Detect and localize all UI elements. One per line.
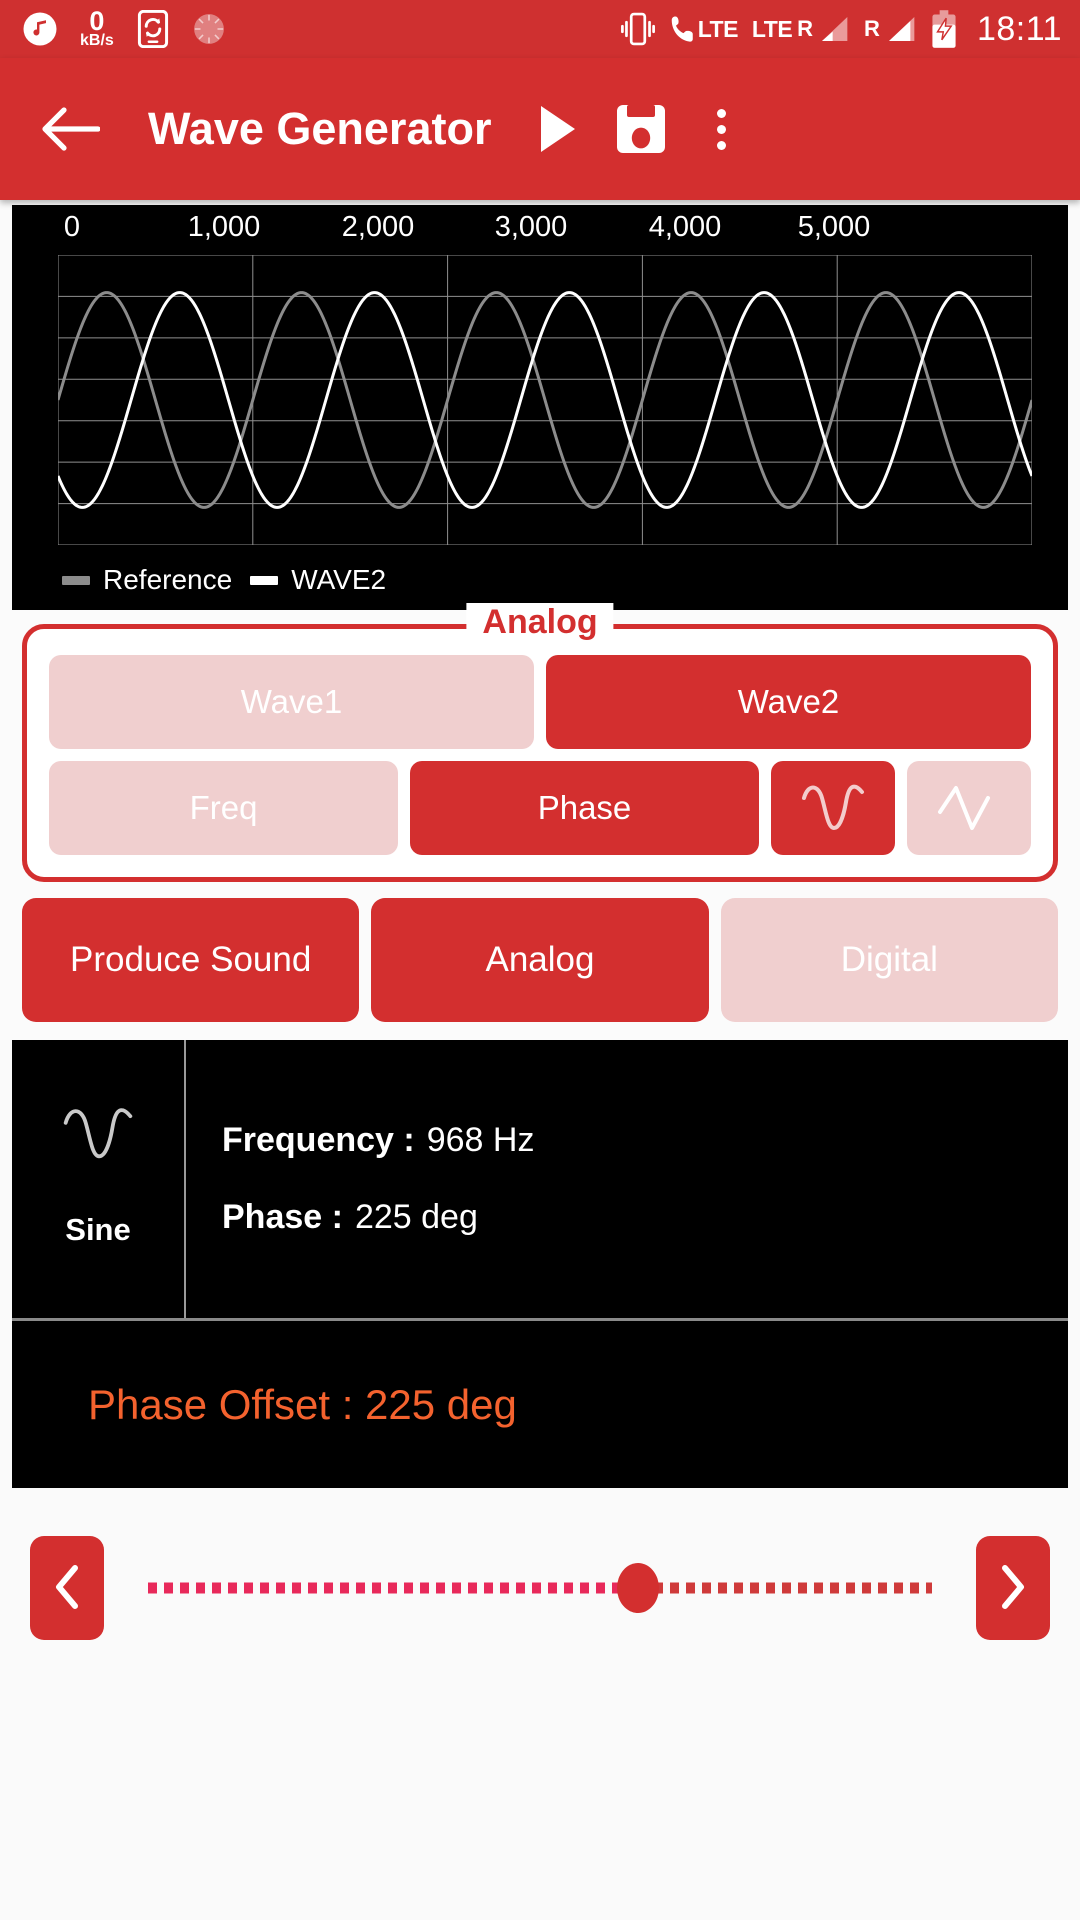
chart-legend: Reference WAVE2 <box>62 564 386 596</box>
music-note-icon <box>22 11 58 47</box>
status-bar-clock: 18:11 <box>976 9 1062 48</box>
slider-track-filled <box>148 1582 638 1594</box>
network-speed-unit: kB/s <box>80 32 114 50</box>
chevron-left-icon <box>53 1564 81 1613</box>
play-icon[interactable] <box>535 104 579 154</box>
phase-value: 225 deg <box>354 1198 478 1236</box>
chart-plot-area <box>58 255 1032 545</box>
sync-icon <box>136 9 170 48</box>
analog-panel-area: Analog Wave1 Wave2 Freq Phase <box>0 603 1080 882</box>
param-select-row: Freq Phase <box>49 761 1031 855</box>
phase-row: Phase : 225 deg <box>222 1198 1068 1237</box>
battery-charging-icon <box>931 10 957 48</box>
wave-shape-display: Sine <box>12 1040 186 1318</box>
status-bar-right-icons: LTE LTE R R 18:11 <box>620 10 1062 49</box>
triangle-wave-shape-button[interactable] <box>907 761 1031 855</box>
wave2-button[interactable]: Wave2 <box>546 655 1031 749</box>
network-speed-value: 0 <box>89 6 105 37</box>
x-tick-1: 1,000 <box>187 211 261 243</box>
phase-label: Phase : <box>222 1198 343 1236</box>
page-title: Wave Generator <box>148 103 492 154</box>
triangle-wave-icon <box>936 782 1002 834</box>
vibrate-icon <box>620 10 656 48</box>
frequency-label: Frequency : <box>222 1121 415 1159</box>
phase-offset-panel: Phase Offset : 225 deg <box>12 1318 1068 1488</box>
phase-button[interactable]: Phase <box>410 761 759 855</box>
chart-svg <box>58 255 1032 545</box>
lte-signal-icon: LTE R <box>752 13 850 45</box>
slider-track-remaining <box>638 1582 932 1594</box>
chart-x-axis: 0 1,000 2,000 3,000 4,000 5,000 <box>12 211 1068 251</box>
value-slider-row <box>0 1488 1080 1640</box>
waveform-chart[interactable]: 0 1,000 2,000 3,000 4,000 5,000 Referenc… <box>12 205 1068 610</box>
back-arrow-icon[interactable] <box>40 106 100 152</box>
wave1-button[interactable]: Wave1 <box>49 655 534 749</box>
call-lte-label: LTE <box>697 15 739 42</box>
x-tick-5: 5,000 <box>797 211 871 243</box>
wave-parameters: Frequency : 968 Hz Phase : 225 deg <box>186 1040 1068 1318</box>
app-bar: Wave Generator <box>0 58 1080 200</box>
overflow-menu-icon[interactable] <box>703 103 740 156</box>
previous-button[interactable] <box>30 1536 104 1640</box>
produce-sound-button[interactable]: Produce Sound <box>22 898 360 1022</box>
alarm-icon <box>192 12 226 46</box>
app-bar-actions <box>535 101 740 157</box>
status-bar: 0 kB/s LTE LTE R R 18:11 <box>0 0 1080 58</box>
sine-wave-icon <box>61 1105 135 1168</box>
lte-label: LTE <box>751 15 793 42</box>
sine-wave-icon <box>800 782 866 834</box>
x-tick-3: 3,000 <box>494 211 568 243</box>
roaming-label-1: R <box>797 16 814 41</box>
analog-fieldset: Analog Wave1 Wave2 Freq Phase <box>22 603 1058 882</box>
roaming-label-2: R <box>864 16 880 41</box>
wave-shape-name: Sine <box>65 1211 131 1247</box>
roaming-signal-icon: R <box>864 13 917 45</box>
network-speed-icon: 0 kB/s <box>80 6 114 50</box>
analog-fieldset-legend: Analog <box>466 603 614 642</box>
legend-label-wave2: WAVE2 <box>291 564 387 595</box>
frequency-value: 968 Hz <box>426 1121 535 1159</box>
digital-mode-button[interactable]: Digital <box>720 898 1058 1022</box>
save-icon[interactable] <box>613 101 669 157</box>
chevron-right-icon <box>999 1564 1027 1613</box>
frequency-row: Frequency : 968 Hz <box>222 1121 1068 1160</box>
wave-select-row: Wave1 Wave2 <box>49 655 1031 749</box>
slider[interactable] <box>128 1536 952 1640</box>
call-lte-icon: LTE <box>670 14 738 44</box>
x-tick-2: 2,000 <box>341 211 415 243</box>
legend-swatch-reference <box>62 575 90 585</box>
sine-wave-shape-button[interactable] <box>771 761 895 855</box>
slider-thumb[interactable] <box>617 1563 659 1613</box>
x-tick-0: 0 <box>63 211 81 243</box>
legend-entry-wave2: WAVE2 <box>250 564 386 596</box>
next-button[interactable] <box>976 1536 1050 1640</box>
analog-mode-button[interactable]: Analog <box>371 898 709 1022</box>
freq-button[interactable]: Freq <box>49 761 398 855</box>
wave-info-panel: Sine Frequency : 968 Hz Phase : 225 deg <box>12 1040 1068 1318</box>
slider-track[interactable] <box>148 1582 932 1594</box>
x-tick-4: 4,000 <box>648 211 722 243</box>
legend-entry-reference: Reference <box>62 564 232 596</box>
legend-swatch-wave2 <box>250 575 279 585</box>
legend-label-reference: Reference <box>103 564 233 595</box>
mode-button-row: Produce Sound Analog Digital <box>0 882 1080 1040</box>
phase-offset-text: Phase Offset : 225 deg <box>88 1380 517 1428</box>
status-bar-left-icons: 0 kB/s <box>22 6 226 50</box>
